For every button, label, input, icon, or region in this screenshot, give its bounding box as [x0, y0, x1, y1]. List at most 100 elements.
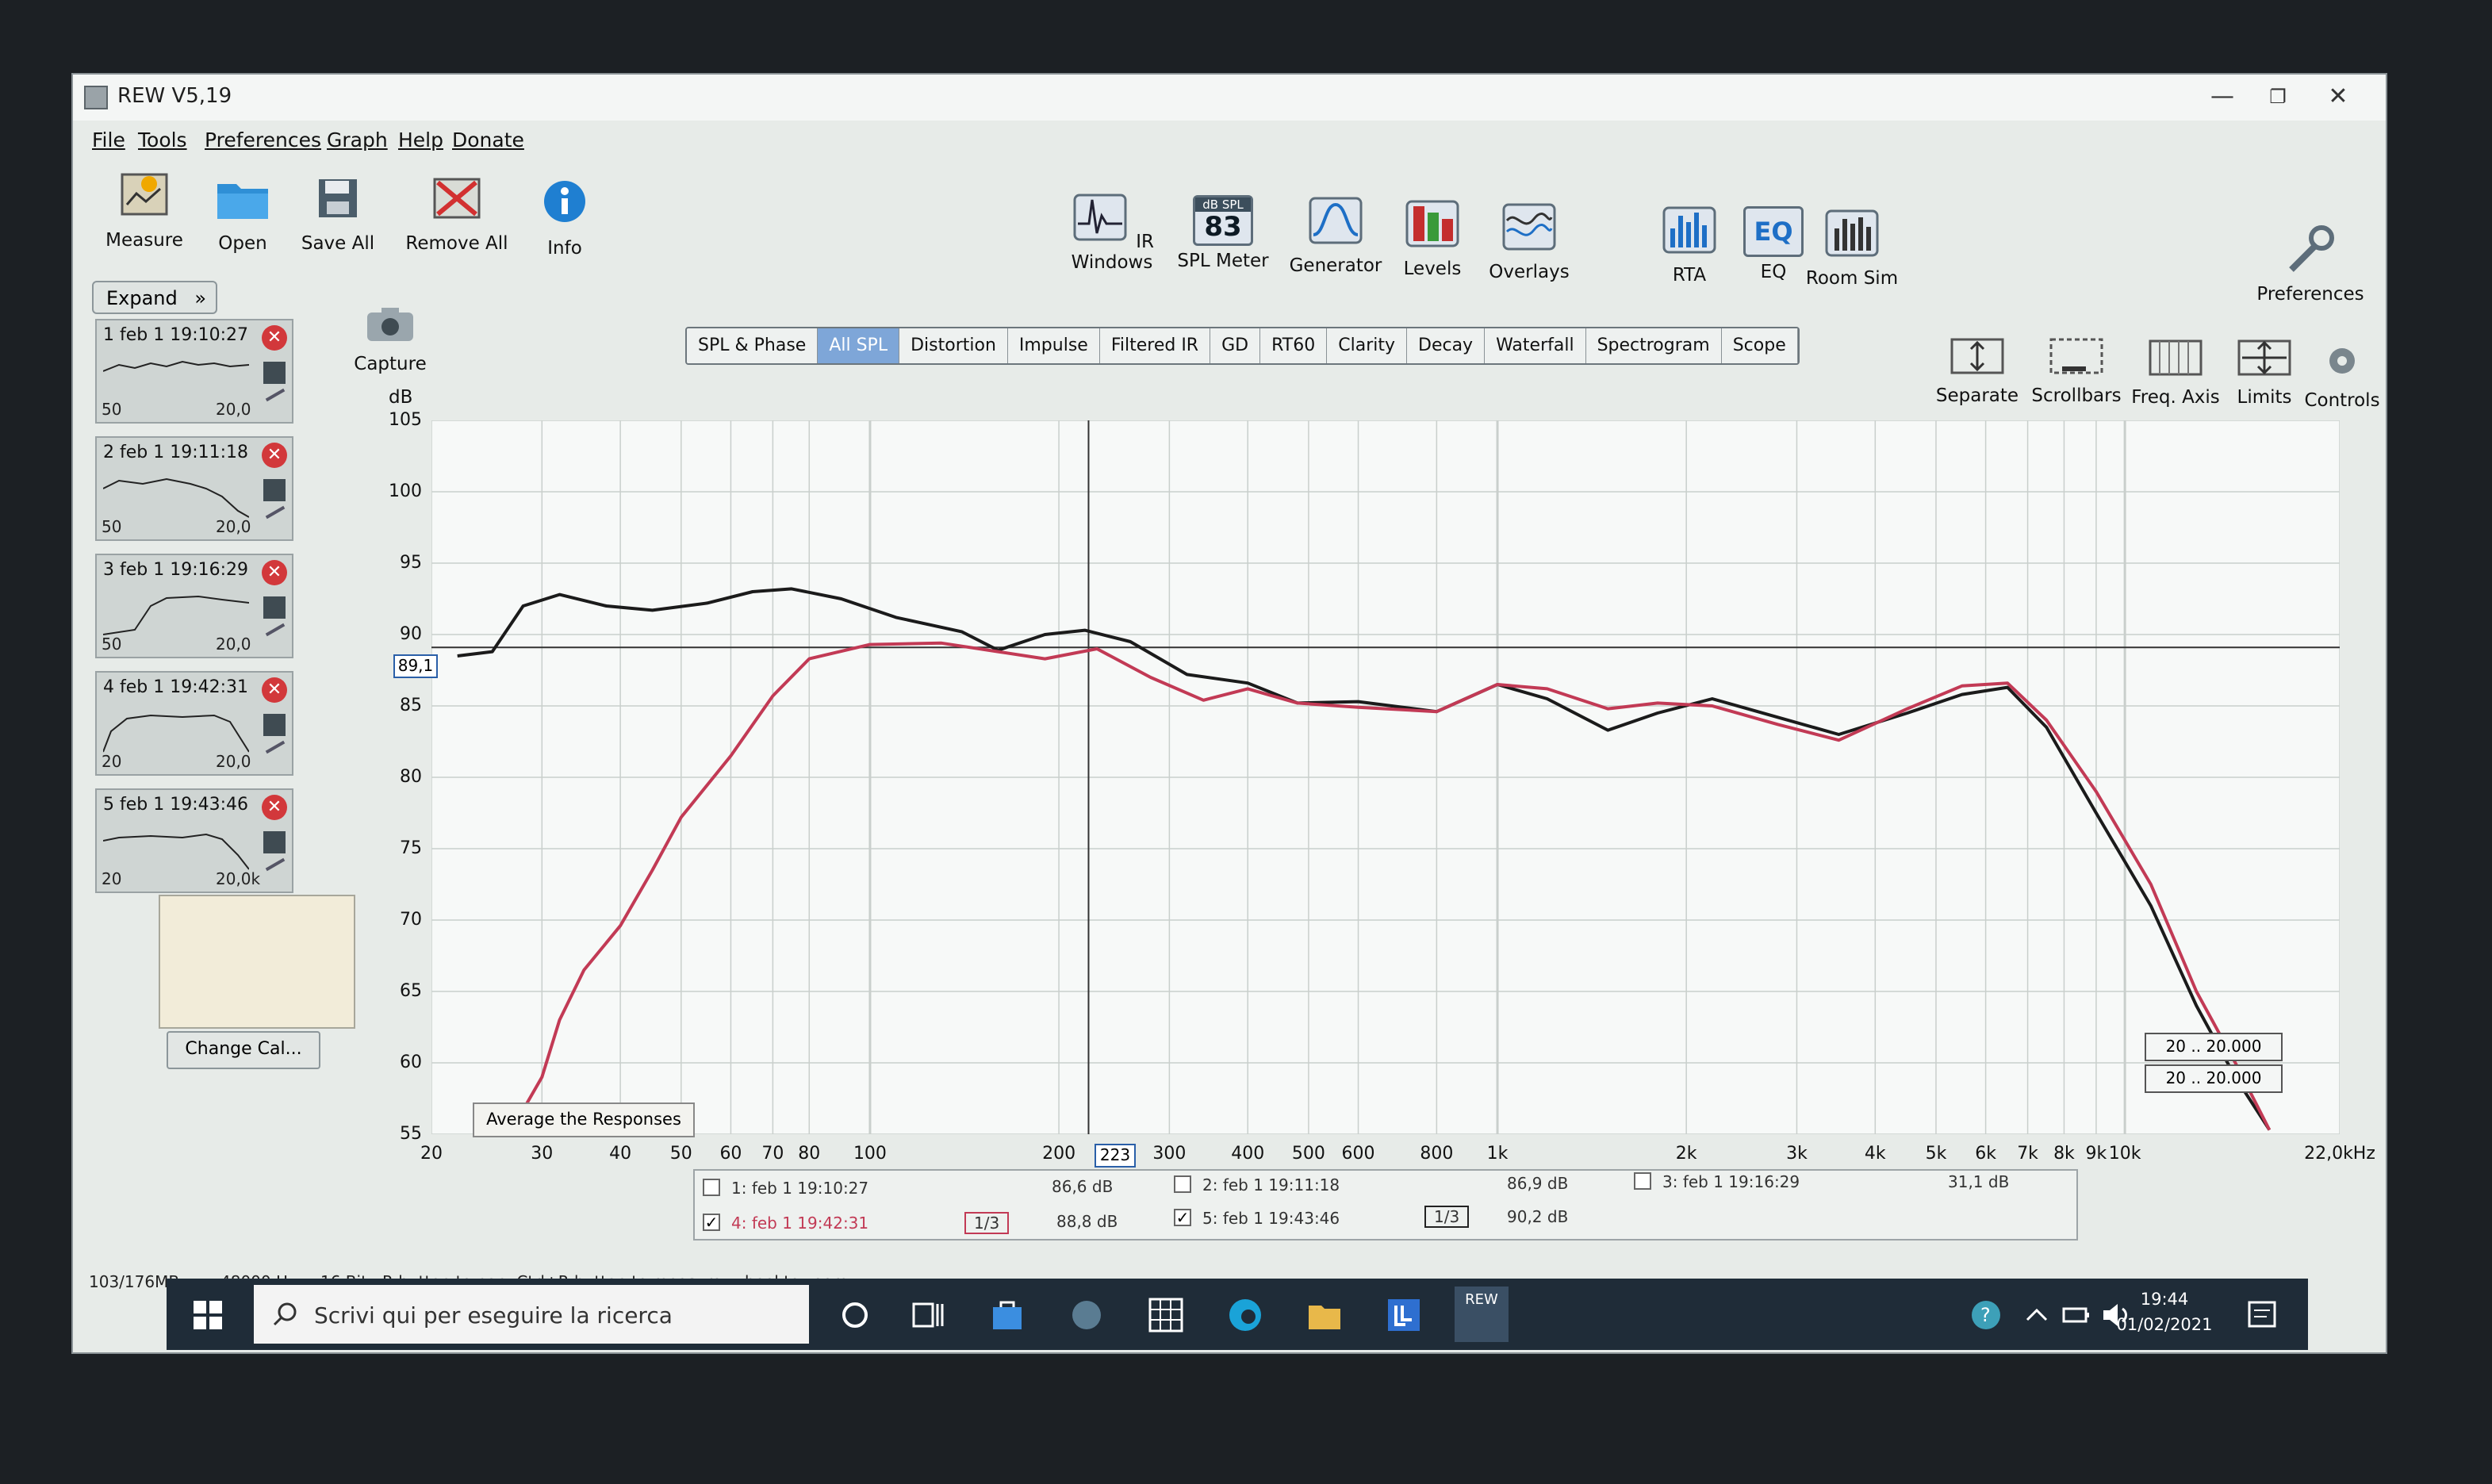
spl-meter-button[interactable]: dB SPL 83 SPL Meter [1175, 195, 1271, 271]
measurement-edit-icon[interactable] [265, 388, 286, 402]
measurement-panel[interactable]: 1 feb 1 19:10:27 50 20,0 ✕ [95, 319, 293, 424]
tab-filtered-ir[interactable]: Filtered IR [1099, 328, 1211, 363]
tab-scope[interactable]: Scope [1721, 328, 1798, 363]
measurement-edit-icon[interactable] [265, 740, 286, 754]
ll-app-icon[interactable] [1382, 1293, 1426, 1337]
tab-all-spl[interactable]: All SPL [818, 328, 900, 363]
minimize-icon[interactable]: — [2199, 81, 2246, 113]
app-icon[interactable] [1064, 1293, 1109, 1337]
measurement-graph-icon[interactable] [263, 479, 286, 501]
measurement-label: 3 feb 1 19:16:29 [103, 560, 249, 580]
preferences-button[interactable]: Preferences [2251, 224, 2370, 305]
tab-gd[interactable]: GD [1210, 328, 1261, 363]
measurement-panel[interactable]: 2 feb 1 19:11:18 50 20,0 ✕ [95, 436, 293, 541]
tab-clarity[interactable]: Clarity [1327, 328, 1407, 363]
trace-checkbox-checked[interactable]: ✓ [1174, 1209, 1191, 1226]
trace-checkbox-checked[interactable]: ✓ [703, 1214, 720, 1231]
expand-button[interactable]: Expand » [92, 281, 217, 314]
tab-decay[interactable]: Decay [1407, 328, 1486, 363]
scrollbars-icon [2049, 338, 2103, 374]
measurement-edit-icon[interactable] [265, 505, 286, 520]
trace-checkbox[interactable] [1634, 1172, 1651, 1190]
open-button[interactable]: Open [203, 173, 282, 254]
measurement-graph-icon[interactable] [263, 831, 286, 853]
change-cal-button[interactable]: Change Cal... [167, 1031, 320, 1069]
separate-button[interactable]: Separate [1926, 336, 2029, 406]
x-tick-label: 400 [1231, 1144, 1265, 1164]
menu-file[interactable]: File [92, 128, 125, 151]
measurement-edit-icon[interactable] [265, 857, 286, 872]
taskbar-search-box[interactable]: Scrivi qui per eseguire la ricerca [254, 1285, 809, 1344]
scrollbars-button[interactable]: Scrollbars [2021, 336, 2132, 406]
spl-trace-1[interactable] [457, 587, 2272, 1131]
limits-button[interactable]: Limits [2221, 338, 2308, 408]
grid-app-icon[interactable] [1144, 1293, 1188, 1337]
ir-windows-button[interactable]: IR Windows [1056, 192, 1167, 273]
cortana-icon[interactable] [833, 1293, 877, 1337]
spl-graph[interactable] [431, 420, 2341, 1135]
battery-icon[interactable] [2054, 1293, 2099, 1337]
file-explorer-icon[interactable] [1302, 1293, 1347, 1337]
remove-measurement-icon[interactable]: ✕ [262, 795, 287, 820]
measurement-graph-icon[interactable] [263, 596, 286, 619]
double-chevron-right-icon: » [194, 287, 206, 309]
measurement-graph-icon[interactable] [263, 362, 286, 384]
tab-spectrogram[interactable]: Spectrogram [1585, 328, 1722, 363]
remove-all-button[interactable]: Remove All [401, 173, 512, 254]
clock-time[interactable]: 19:44 [2113, 1290, 2216, 1309]
tab-impulse[interactable]: Impulse [1007, 328, 1100, 363]
edge-browser-icon[interactable] [1223, 1293, 1267, 1337]
tab-waterfall[interactable]: Waterfall [1485, 328, 1586, 363]
trace-checkbox[interactable] [703, 1179, 720, 1196]
spl-trace-2[interactable] [512, 641, 2272, 1131]
help-icon[interactable]: ? [1964, 1293, 2008, 1337]
room-sim-button[interactable]: Room Sim [1800, 208, 1904, 289]
task-view-icon[interactable] [906, 1293, 950, 1337]
spl-graph-svg[interactable] [431, 420, 2341, 1135]
levels-button[interactable]: Levels [1393, 198, 1472, 279]
menu-help[interactable]: Help [398, 128, 443, 151]
windows-start-icon[interactable] [186, 1293, 230, 1337]
x-range-box[interactable]: 20 .. 20.000 [2145, 1033, 2283, 1061]
maximize-icon[interactable]: ❐ [2254, 81, 2302, 113]
trace-checkbox[interactable] [1174, 1175, 1191, 1193]
clock-date[interactable]: 01/02/2021 [2113, 1315, 2216, 1334]
remove-measurement-icon[interactable]: ✕ [262, 560, 287, 585]
rew-taskbar-button[interactable]: REW [1455, 1287, 1509, 1342]
remove-measurement-icon[interactable]: ✕ [262, 677, 287, 703]
close-icon[interactable]: ✕ [2314, 81, 2362, 113]
measurement-panel[interactable]: 4 feb 1 19:42:31 20 20,0 ✕ [95, 671, 293, 776]
x-tick-label: 40 [609, 1144, 632, 1164]
measure-button[interactable]: Measure [97, 170, 192, 251]
y-range-box[interactable]: 20 .. 20.000 [2145, 1064, 2283, 1093]
chevron-up-icon[interactable] [2015, 1293, 2059, 1337]
menu-tools[interactable]: Tools [138, 128, 187, 151]
rta-button[interactable]: RTA [1650, 205, 1729, 286]
measurement-panel[interactable]: 5 feb 1 19:43:46 20 20,0k ✕ [95, 788, 293, 893]
overlays-icon [1502, 203, 1556, 251]
freq-axis-button[interactable]: Freq. Axis [2124, 338, 2227, 408]
measure-label: Measure [105, 230, 183, 251]
smoothing-badge[interactable]: 1/3 [964, 1212, 1010, 1234]
remove-measurement-icon[interactable]: ✕ [262, 443, 287, 468]
remove-measurement-icon[interactable]: ✕ [262, 325, 287, 351]
save-all-button[interactable]: Save All [295, 173, 381, 254]
capture-button[interactable]: Capture [343, 305, 438, 374]
average-responses-button[interactable]: Average the Responses [473, 1102, 695, 1137]
tab-rt60[interactable]: RT60 [1260, 328, 1328, 363]
tab-spl-phase[interactable]: SPL & Phase [687, 328, 819, 363]
notifications-icon[interactable] [2240, 1293, 2284, 1337]
store-icon[interactable] [985, 1293, 1029, 1337]
measurement-edit-icon[interactable] [265, 623, 286, 637]
tab-distortion[interactable]: Distortion [899, 328, 1008, 363]
menu-preferences[interactable]: Preferences [205, 128, 321, 151]
measurement-panel[interactable]: 3 feb 1 19:16:29 50 20,0 ✕ [95, 554, 293, 658]
measurement-graph-icon[interactable] [263, 714, 286, 736]
generator-button[interactable]: Generator [1288, 195, 1383, 276]
smoothing-badge[interactable]: 1/3 [1424, 1206, 1470, 1228]
menu-graph[interactable]: Graph [327, 128, 388, 151]
menu-donate[interactable]: Donate [452, 128, 524, 151]
controls-button[interactable]: Controls [2298, 341, 2386, 411]
info-button[interactable]: Info [525, 178, 604, 259]
overlays-button[interactable]: Overlays [1482, 201, 1577, 282]
